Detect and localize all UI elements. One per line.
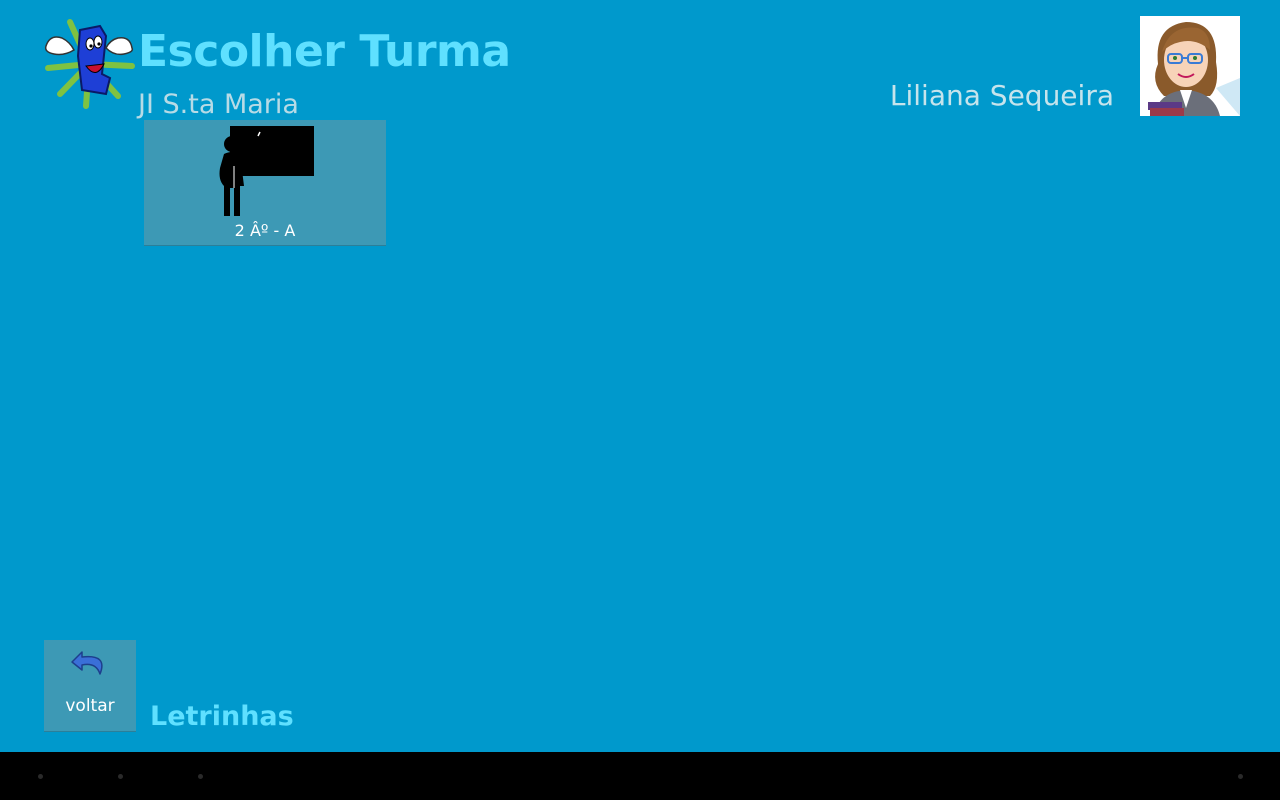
app-name: Letrinhas bbox=[150, 701, 294, 732]
class-label: 2 Âº - A bbox=[234, 221, 296, 240]
back-label: voltar bbox=[65, 696, 115, 716]
undo-arrow-icon bbox=[71, 651, 103, 675]
letrinhas-logo-icon bbox=[44, 19, 135, 109]
teacher-avatar-icon bbox=[1148, 22, 1240, 116]
back-button[interactable]: voltar bbox=[44, 640, 136, 731]
recents-nav-icon[interactable] bbox=[198, 774, 203, 779]
school-name: JI S.ta Maria bbox=[138, 89, 299, 120]
teacher-blackboard-icon bbox=[219, 126, 314, 216]
back-nav-icon[interactable] bbox=[38, 774, 43, 779]
class-tile[interactable]: 2 Âº - A bbox=[144, 120, 386, 245]
menu-nav-icon[interactable] bbox=[1238, 774, 1243, 779]
home-nav-icon[interactable] bbox=[118, 774, 123, 779]
user-name: Liliana Sequeira bbox=[889, 79, 1114, 112]
user-avatar[interactable] bbox=[1140, 16, 1240, 116]
page-title: Escolher Turma bbox=[138, 26, 511, 77]
system-nav-bar bbox=[0, 752, 1280, 800]
app-screen: Escolher Turma JI S.ta Maria Liliana Seq… bbox=[0, 0, 1280, 752]
